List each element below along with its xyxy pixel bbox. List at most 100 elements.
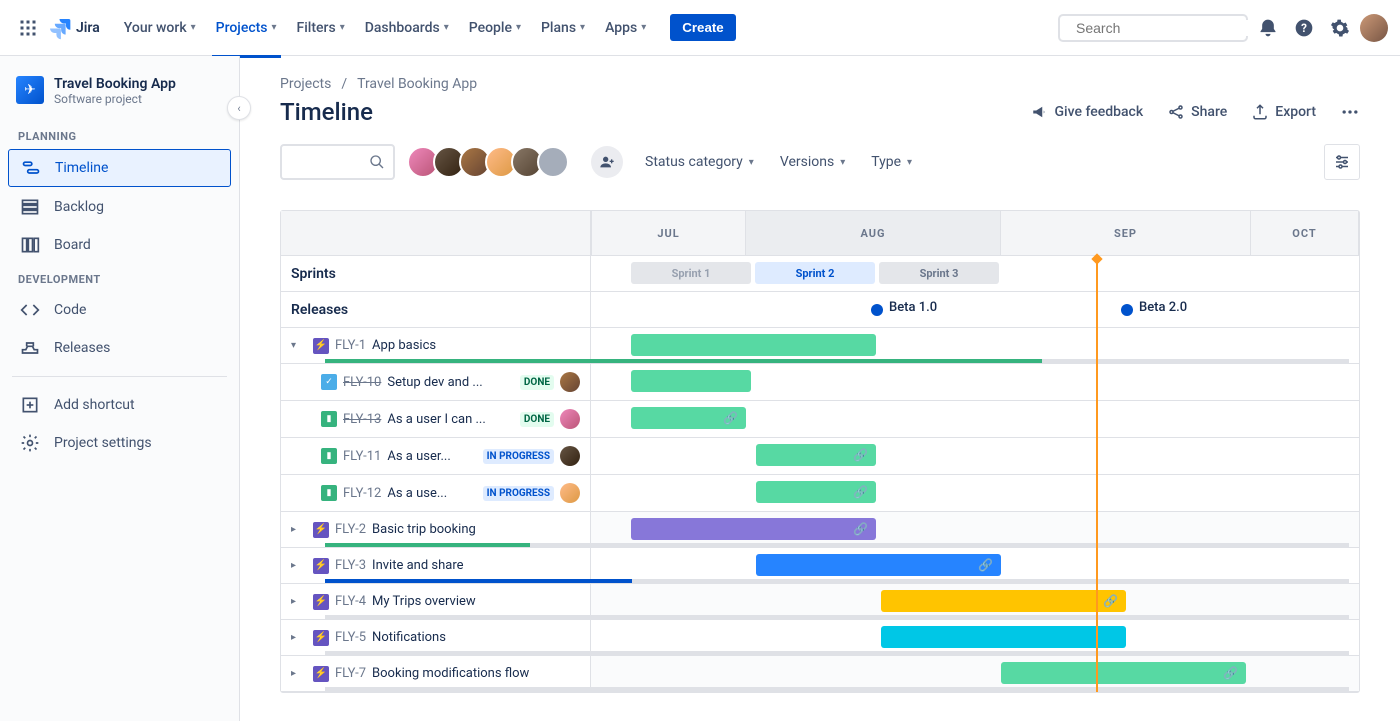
- sprint-pill[interactable]: Sprint 1: [631, 262, 751, 284]
- epic-icon: ⚡: [313, 594, 329, 610]
- epic-bar[interactable]: [881, 626, 1126, 648]
- create-button[interactable]: Create: [670, 14, 736, 41]
- issue-title: Booking modifications flow: [372, 666, 580, 681]
- month-jul: JUL: [591, 211, 746, 255]
- link-icon: 🔗: [723, 411, 738, 425]
- sprint-pill[interactable]: Sprint 2: [755, 262, 875, 284]
- issue-row[interactable]: ✓ FLY-10 Setup dev and ... DONE: [281, 364, 1359, 401]
- search-input[interactable]: [1076, 20, 1257, 36]
- global-search[interactable]: [1058, 14, 1248, 42]
- releases-label: Releases: [281, 292, 591, 327]
- chevron-right-icon[interactable]: ▸: [291, 668, 307, 679]
- issue-key[interactable]: FLY-10: [343, 375, 381, 390]
- release-dot[interactable]: [1121, 304, 1133, 316]
- assignee-avatar[interactable]: [560, 446, 580, 466]
- nav-plans[interactable]: Plans▾: [533, 14, 593, 42]
- issue-key[interactable]: FLY-12: [343, 486, 381, 501]
- epic-row[interactable]: ▸ ⚡ FLY-2 Basic trip booking 🔗: [281, 512, 1359, 548]
- help-icon[interactable]: ?: [1288, 12, 1320, 44]
- sidebar-item-project-settings[interactable]: Project settings: [8, 425, 231, 461]
- nav-your-work[interactable]: Your work▾: [116, 14, 204, 42]
- issue-row[interactable]: ▮ FLY-12 As a use... IN PROGRESS 🔗: [281, 475, 1359, 512]
- nav-dashboards[interactable]: Dashboards▾: [357, 14, 457, 42]
- issue-key[interactable]: FLY-13: [343, 412, 381, 427]
- share-button[interactable]: Share: [1167, 103, 1227, 121]
- assignee-avatar[interactable]: [560, 372, 580, 392]
- board-search[interactable]: [280, 144, 395, 180]
- sidebar-collapse-button[interactable]: ‹: [227, 96, 251, 120]
- filter-versions[interactable]: Versions▾: [776, 148, 849, 176]
- story-icon: ▮: [321, 448, 337, 464]
- filter-status-category[interactable]: Status category▾: [641, 148, 758, 176]
- issue-key[interactable]: FLY-1: [335, 338, 366, 353]
- epic-bar[interactable]: 🔗: [756, 554, 1001, 576]
- release-dot[interactable]: [871, 304, 883, 316]
- sidebar-item-board[interactable]: Board: [8, 227, 231, 263]
- breadcrumb-current[interactable]: Travel Booking App: [357, 76, 477, 92]
- user-avatar[interactable]: [1360, 14, 1388, 42]
- issue-key[interactable]: FLY-2: [335, 522, 366, 537]
- epic-row[interactable]: ▸ ⚡ FLY-4 My Trips overview 🔗: [281, 584, 1359, 620]
- epic-bar[interactable]: [631, 334, 876, 356]
- epic-bar[interactable]: 🔗: [1001, 662, 1246, 684]
- avatar-unassigned[interactable]: [537, 146, 569, 178]
- issue-row[interactable]: ▮ FLY-13 As a user I can ... DONE 🔗: [281, 401, 1359, 438]
- epic-icon: ⚡: [313, 522, 329, 538]
- issue-title: Basic trip booking: [372, 522, 580, 537]
- top-navigation: Jira Your work▾ Projects▾ Filters▾ Dashb…: [0, 0, 1400, 56]
- sidebar-item-add-shortcut[interactable]: Add shortcut: [8, 387, 231, 423]
- story-icon: ▮: [321, 411, 337, 427]
- export-button[interactable]: Export: [1251, 103, 1316, 121]
- epic-row[interactable]: ▸ ⚡ FLY-3 Invite and share 🔗: [281, 548, 1359, 584]
- view-settings-button[interactable]: [1324, 144, 1360, 180]
- issue-key[interactable]: FLY-3: [335, 558, 366, 573]
- nav-apps[interactable]: Apps▾: [597, 14, 654, 42]
- issue-key[interactable]: FLY-4: [335, 594, 366, 609]
- give-feedback-button[interactable]: Give feedback: [1031, 103, 1144, 121]
- chevron-right-icon[interactable]: ▸: [291, 596, 307, 607]
- chevron-right-icon[interactable]: ▸: [291, 524, 307, 535]
- issue-bar[interactable]: [631, 370, 751, 392]
- issue-bar[interactable]: 🔗: [756, 481, 876, 503]
- sidebar-item-backlog[interactable]: Backlog: [8, 189, 231, 225]
- issue-key[interactable]: FLY-11: [343, 449, 381, 464]
- settings-icon[interactable]: [1324, 12, 1356, 44]
- breadcrumb-projects[interactable]: Projects: [280, 76, 331, 92]
- chevron-right-icon[interactable]: ▸: [291, 632, 307, 643]
- notifications-icon[interactable]: [1252, 12, 1284, 44]
- nav-projects[interactable]: Projects▾: [208, 14, 285, 42]
- assignee-avatar[interactable]: [560, 409, 580, 429]
- add-shortcut-icon: [20, 395, 40, 415]
- status-badge: DONE: [520, 375, 554, 390]
- issue-bar[interactable]: 🔗: [631, 407, 746, 429]
- share-icon: [1167, 103, 1185, 121]
- sprint-pill[interactable]: Sprint 3: [879, 262, 999, 284]
- add-people-button[interactable]: [591, 146, 623, 178]
- more-actions-button[interactable]: [1340, 102, 1360, 122]
- link-icon: 🔗: [1223, 666, 1238, 680]
- sidebar-item-code[interactable]: Code: [8, 292, 231, 328]
- epic-bar[interactable]: 🔗: [631, 518, 876, 540]
- issue-key[interactable]: FLY-7: [335, 666, 366, 681]
- epic-row[interactable]: ▸ ⚡ FLY-5 Notifications: [281, 620, 1359, 656]
- assignee-filter-avatars[interactable]: [413, 146, 569, 178]
- chevron-right-icon[interactable]: ▸: [291, 560, 307, 571]
- month-aug: AUG: [746, 211, 1001, 255]
- epic-row[interactable]: ▸ ⚡ FLY-7 Booking modifications flow 🔗: [281, 656, 1359, 692]
- epic-bar[interactable]: 🔗: [881, 590, 1126, 612]
- epic-row[interactable]: ▾ ⚡ FLY-1 App basics: [281, 328, 1359, 364]
- nav-people[interactable]: People▾: [461, 14, 529, 42]
- jira-logo[interactable]: Jira: [48, 16, 100, 40]
- chevron-down-icon[interactable]: ▾: [291, 340, 307, 351]
- issue-bar[interactable]: 🔗: [756, 444, 876, 466]
- app-switcher-icon[interactable]: [12, 12, 44, 44]
- release-label: Beta 1.0: [889, 300, 937, 315]
- issue-key[interactable]: FLY-5: [335, 630, 366, 645]
- main-content: Projects / Travel Booking App Timeline G…: [240, 56, 1400, 721]
- filter-type[interactable]: Type▾: [867, 148, 916, 176]
- assignee-avatar[interactable]: [560, 483, 580, 503]
- sidebar-item-timeline[interactable]: Timeline: [8, 149, 231, 187]
- issue-row[interactable]: ▮ FLY-11 As a user... IN PROGRESS 🔗: [281, 438, 1359, 475]
- sidebar-item-releases[interactable]: Releases: [8, 330, 231, 366]
- nav-filters[interactable]: Filters▾: [289, 14, 353, 42]
